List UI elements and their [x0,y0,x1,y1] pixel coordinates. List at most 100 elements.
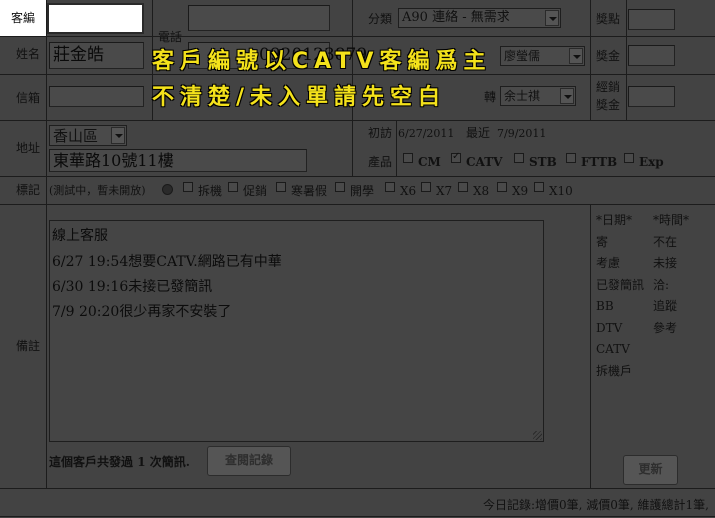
email-label: 信箱 [16,91,41,105]
tags-label: 標記 [16,183,41,197]
remarks-line: 線上客服 [52,228,108,244]
tag-label: X9 [512,184,529,198]
history-button[interactable]: 查閱記錄 [207,446,291,476]
keyword-item[interactable]: BB [596,299,614,313]
row-divider [0,204,715,205]
keyword-item[interactable]: 已發簡訊 [596,278,644,292]
category-label: 分類 [368,12,393,26]
remarks-line: 6/30 19:16未接已發簡訊 [52,279,213,295]
chevron-down-icon[interactable] [111,127,125,144]
product-checkbox[interactable] [624,153,634,163]
tag-label: 促銷 [243,184,268,198]
product-label: CM [418,155,441,169]
col-divider [46,0,47,488]
street-input[interactable]: 東華路10號11樓 [49,149,307,172]
latest-label: 最近 [466,126,491,140]
latest-value: 7/9/2011 [497,127,547,140]
chevron-down-icon[interactable] [545,10,559,26]
update-button[interactable]: 更新 [623,455,678,485]
row-divider [0,120,715,121]
sms-count: 1 [137,455,146,469]
tag-checkbox[interactable] [183,182,193,192]
product-checkbox[interactable] [451,151,461,163]
keyword-item[interactable]: 拆機戶 [596,364,632,378]
transfer-select[interactable]: 余士祺 [500,86,576,106]
category-select[interactable]: A90 連絡 - 無需求 [398,8,561,28]
resize-handle-icon[interactable] [533,431,542,440]
keyword-item[interactable]: DTV [596,321,622,335]
product-label: STB [529,155,557,169]
remarks-label: 備註 [16,339,41,353]
notice-line-1: 客戶編號以CATV客編爲主 [152,49,492,74]
dealer-bonus-label: 經銷 [596,80,621,94]
keyword-item[interactable]: *時間* [653,213,689,227]
keyword-item[interactable]: *日期* [596,213,632,227]
product-label: FTTB [581,155,618,169]
tag-label: 寒暑假 [291,184,328,198]
tag-checkbox[interactable] [335,182,345,192]
product-checkbox[interactable] [403,153,413,163]
tag-radio[interactable] [162,184,173,195]
sms-info: 這個客戶共發過 1 次簡訊. [49,455,190,469]
chevron-down-icon[interactable] [569,48,583,64]
product-checkbox[interactable] [514,153,524,163]
keyword-item[interactable]: 不在 [653,235,677,249]
product-checkbox[interactable] [566,153,576,163]
row-divider [0,36,715,37]
sales-rep-select[interactable]: 廖瑩儒 [500,46,585,66]
sms-prefix: 這個客戶共發過 [49,455,134,469]
email-input[interactable] [49,86,144,107]
col-divider [396,120,397,176]
keyword-item[interactable]: 追蹤 [653,299,677,313]
tag-label: X6 [400,184,417,198]
tag-label: X7 [436,184,453,198]
remarks-line: 7/9 20:20很少再家不安裝了 [52,304,232,320]
keyword-item[interactable]: 寄 [596,235,608,249]
col-divider [590,204,591,488]
address-label: 地址 [16,141,41,155]
col-divider [590,0,591,120]
row-divider [0,516,715,517]
notice-line-2: 不清楚/未入單請先空白 [152,85,447,110]
tag-label: 開學 [350,184,375,198]
keyword-item[interactable]: 未接 [653,256,677,270]
first-visit-label: 初訪 [368,126,393,140]
tag-checkbox[interactable] [458,182,468,192]
tag-label: X10 [549,184,573,198]
dealer-bonus-label-2: 獎金 [596,98,621,112]
bonus-input[interactable] [628,45,675,66]
customer-id-input[interactable] [47,3,144,34]
tag-checkbox[interactable] [385,182,395,192]
col-divider [626,0,627,120]
remarks-textarea[interactable]: 線上客服 6/27 19:54想要CATV.網路已有中華 6/30 19:16未… [49,220,544,442]
keyword-item[interactable]: 洽: [653,278,669,292]
keyword-item[interactable]: 考慮 [596,256,620,270]
district-select[interactable]: 香山區 [49,125,127,146]
dealer-bonus-input[interactable] [628,86,675,107]
daily-record-summary: 今日記錄:增價0筆, 減價0筆, 維護總計1筆, [482,498,709,512]
keyword-item[interactable]: CATV [596,342,630,356]
product-label: Exp [639,155,664,169]
tag-label: 拆機 [198,184,223,198]
name-input[interactable]: 莊金皓 [49,42,144,69]
bonus-label: 獎金 [596,49,621,63]
phone-input[interactable] [188,5,330,31]
tag-checkbox[interactable] [276,182,286,192]
name-label: 姓名 [16,47,41,61]
keyword-item[interactable]: 參考 [653,321,677,335]
points-label: 獎點 [596,12,621,26]
tag-checkbox[interactable] [497,182,507,192]
row-divider [0,488,715,489]
tags-note: (測試中，暫未開放) [49,184,146,197]
product-label: CATV [466,155,503,169]
tag-checkbox[interactable] [421,182,431,192]
sms-suffix: 次簡訊. [149,455,190,469]
points-input[interactable] [628,9,675,30]
row-divider [0,176,715,177]
tag-checkbox[interactable] [228,182,238,192]
chevron-down-icon[interactable] [560,88,574,104]
phone-label: 電話 [158,30,183,44]
transfer-label: 轉 [484,90,497,104]
tag-checkbox[interactable] [534,182,544,192]
first-visit-value: 6/27/2011 [398,127,455,140]
